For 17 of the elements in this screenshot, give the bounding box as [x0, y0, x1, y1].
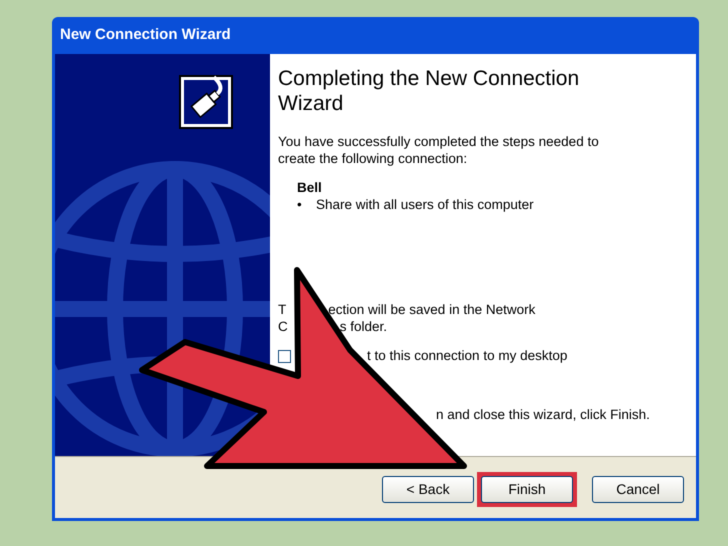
- checkbox[interactable]: [278, 350, 291, 363]
- wizard-button[interactable]: < Back: [382, 476, 474, 503]
- bullet-mark: •: [297, 196, 303, 213]
- checkbox-label: t to this connection to my desktop: [367, 347, 568, 366]
- info-text: C: [278, 318, 288, 334]
- wizard-button[interactable]: Cancel: [592, 476, 684, 503]
- wizard-button[interactable]: Finish: [481, 476, 573, 503]
- window-title: New Connection Wizard: [60, 25, 231, 46]
- intro-text: You have successfully completed the steps needed to create the following connection:: [278, 133, 600, 167]
- info-text: n and close this wizard, click Finish.: [436, 406, 650, 422]
- info-text: ection will be saved in the Network: [328, 301, 536, 317]
- network-cable-icon: [178, 74, 234, 130]
- connection-name: Bell: [297, 179, 323, 196]
- wizard-heading: Completing the New Connection Wizard: [278, 66, 580, 116]
- connection-detail: Share with all users of this computer: [316, 196, 534, 213]
- info-text: T: [278, 301, 286, 317]
- info-text: s folder.: [340, 318, 388, 334]
